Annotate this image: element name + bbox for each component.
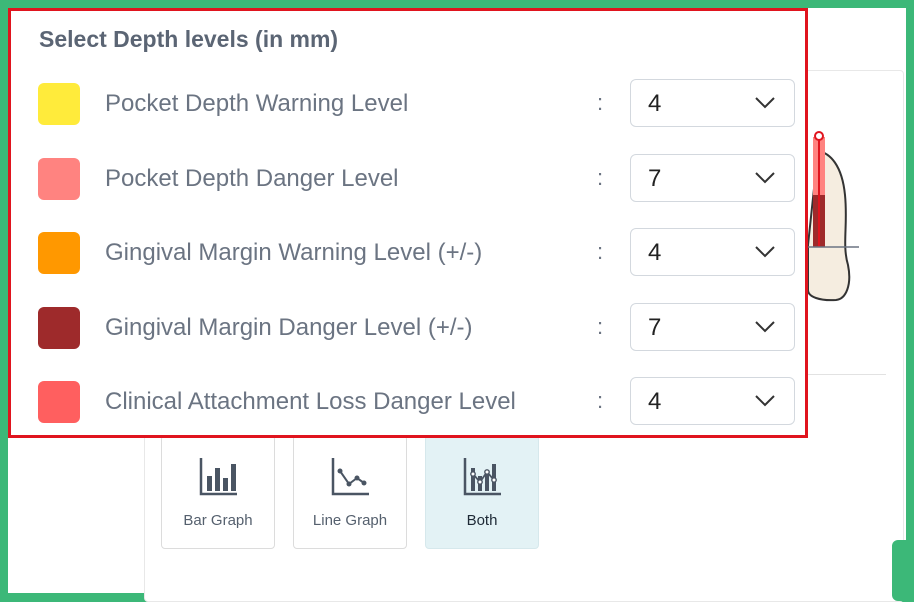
row-label: Gingival Margin Danger Level (+/-) [105, 314, 473, 341]
color-swatch [38, 307, 80, 349]
separator: : [597, 314, 604, 339]
depth-level-row: Clinical Attachment Loss Danger Level : … [11, 377, 805, 427]
level-select[interactable]: 4 [630, 377, 795, 425]
row-label: Pocket Depth Danger Level [105, 165, 399, 192]
chevron-down-icon [755, 172, 775, 184]
chevron-down-icon [755, 97, 775, 109]
depth-level-row: Pocket Depth Warning Level : 4 [11, 79, 805, 129]
row-label: Clinical Attachment Loss Danger Level [105, 388, 516, 415]
side-tab[interactable] [892, 540, 914, 601]
select-value: 7 [648, 165, 662, 192]
color-swatch [38, 232, 80, 274]
both-graph-label: Both [466, 512, 498, 529]
separator: : [597, 90, 604, 115]
both-graph-button[interactable]: Both [425, 435, 539, 549]
separator: : [597, 165, 604, 190]
select-value: 4 [648, 90, 662, 117]
row-label: Pocket Depth Warning Level [105, 90, 409, 117]
level-select[interactable]: 7 [630, 154, 795, 202]
bar-graph-label: Bar Graph [183, 512, 253, 529]
line-graph-label: Line Graph [312, 512, 388, 529]
depth-level-row: Gingival Margin Warning Level (+/-) : 4 [11, 228, 805, 278]
chevron-down-icon [755, 321, 775, 333]
color-swatch [38, 83, 80, 125]
level-select[interactable]: 4 [630, 79, 795, 127]
select-value: 4 [648, 239, 662, 266]
depth-level-row: Gingival Margin Danger Level (+/-) : 7 [11, 303, 805, 353]
separator: : [597, 388, 604, 413]
select-value: 4 [648, 388, 662, 415]
color-swatch [38, 381, 80, 423]
separator: : [597, 239, 604, 264]
chevron-down-icon [755, 395, 775, 407]
depth-levels-panel: Select Depth levels (in mm) Pocket Depth… [8, 8, 808, 438]
bar-graph-button[interactable]: Bar Graph [161, 435, 275, 549]
level-select[interactable]: 4 [630, 228, 795, 276]
line-graph-button[interactable]: Line Graph [293, 435, 407, 549]
select-value: 7 [648, 314, 662, 341]
depth-level-row: Pocket Depth Danger Level : 7 [11, 154, 805, 204]
chevron-down-icon [755, 246, 775, 258]
line-chart-icon [331, 458, 369, 496]
row-label: Gingival Margin Warning Level (+/-) [105, 239, 483, 266]
color-swatch [38, 158, 80, 200]
combined-chart-icon [463, 458, 501, 496]
level-select[interactable]: 7 [630, 303, 795, 351]
bar-chart-icon [199, 458, 237, 496]
panel-title: Select Depth levels (in mm) [39, 26, 339, 52]
